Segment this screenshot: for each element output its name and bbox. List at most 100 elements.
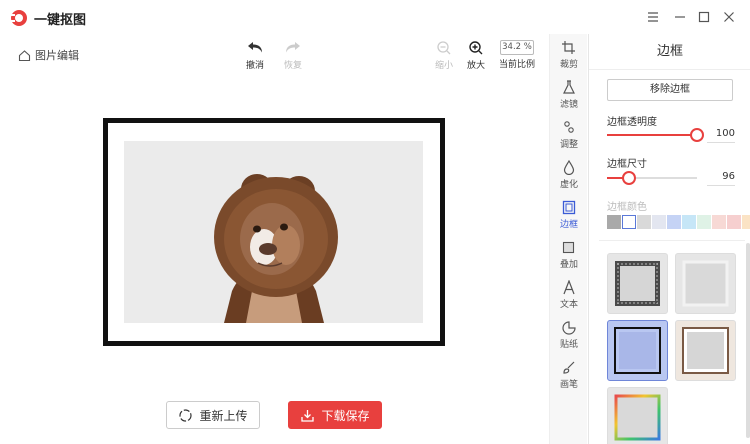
frame-icon	[562, 200, 576, 215]
color-swatch[interactable]	[637, 215, 651, 229]
frame-style-classic[interactable]	[607, 320, 668, 381]
tab-label: 画笔	[559, 380, 578, 390]
app-title: 一键抠图	[34, 13, 87, 28]
redo-button[interactable]: 恢复	[275, 40, 311, 71]
close-button[interactable]	[719, 7, 739, 27]
flask-icon	[563, 80, 575, 94]
home-icon	[18, 49, 31, 61]
tab-sticker[interactable]: 贴纸	[550, 320, 588, 350]
zoom-ratio-label: 当前比例	[498, 60, 535, 70]
color-swatch[interactable]	[682, 215, 696, 229]
tab-label: 滤镜	[559, 100, 578, 110]
opacity-slider[interactable]	[607, 128, 704, 142]
zoom-out-label: 缩小	[434, 61, 453, 71]
back-label: 图片编辑	[35, 49, 79, 62]
opacity-value[interactable]: 100	[707, 125, 735, 143]
panel-title: 边框	[589, 34, 750, 70]
color-swatch[interactable]	[742, 215, 750, 229]
download-icon	[301, 409, 315, 422]
tool-tabs: 裁剪 滤镜 调整 虚化 边框 叠加 文本 贴纸 画笔	[549, 34, 587, 444]
gradient-frame-icon	[614, 394, 661, 441]
size-label: 边框尺寸	[607, 159, 647, 170]
color-swatch[interactable]	[697, 215, 711, 229]
undo-label: 撤消	[245, 61, 264, 71]
brush-icon	[563, 361, 575, 374]
download-button[interactable]: 下载保存	[288, 401, 382, 429]
frame-settings-panel: 边框 移除边框 边框透明度 100 边框尺寸 96 边框颜色	[588, 34, 750, 444]
color-swatch[interactable]	[622, 215, 636, 229]
reupload-label: 重新上传	[199, 408, 248, 423]
tab-crop[interactable]: 裁剪	[550, 40, 588, 70]
title-bar: 一键抠图	[0, 0, 750, 34]
zoom-ratio[interactable]: 34.2 % 当前比例	[497, 40, 537, 70]
undo-icon	[248, 42, 262, 53]
undo-button[interactable]: 撤消	[237, 40, 273, 71]
tab-blur[interactable]: 虚化	[550, 160, 588, 190]
redo-label: 恢复	[283, 61, 302, 71]
crop-icon	[562, 41, 575, 54]
divider	[599, 240, 745, 241]
color-swatch[interactable]	[727, 215, 741, 229]
zoom-value: 34.2 %	[500, 40, 534, 55]
panel-scrollbar[interactable]	[746, 243, 750, 438]
zoom-out-icon	[437, 41, 451, 55]
classic-frame-icon	[614, 327, 661, 374]
size-slider-thumb[interactable]	[621, 171, 636, 185]
opacity-label: 边框透明度	[607, 117, 657, 128]
size-value[interactable]: 96	[707, 168, 735, 186]
sticker-icon	[562, 321, 576, 335]
color-swatch[interactable]	[667, 215, 681, 229]
tab-brush[interactable]: 画笔	[550, 360, 588, 390]
minimize-button[interactable]	[670, 7, 690, 27]
color-swatch[interactable]	[712, 215, 726, 229]
zoom-in-label: 放大	[466, 61, 485, 71]
frame-style-film[interactable]	[607, 253, 668, 314]
tab-text[interactable]: 文本	[550, 280, 588, 310]
tab-adjust[interactable]: 调整	[550, 120, 588, 150]
dog-in-bear-hat-image	[124, 141, 423, 323]
minimize-icon	[675, 16, 685, 18]
maximize-button[interactable]	[694, 7, 714, 27]
drop-icon	[563, 160, 575, 175]
tab-frame[interactable]: 边框	[550, 200, 588, 230]
tab-label: 调整	[559, 140, 578, 150]
redo-icon	[286, 42, 300, 53]
maximize-icon	[698, 11, 710, 23]
tab-filter[interactable]: 滤镜	[550, 80, 588, 110]
opacity-slider-fill	[607, 134, 697, 136]
layers-icon	[562, 241, 575, 254]
zoom-in-button[interactable]: 放大	[458, 40, 494, 71]
color-label: 边框颜色	[607, 202, 647, 213]
zoom-in-icon	[469, 41, 483, 55]
download-label: 下载保存	[321, 408, 370, 423]
menu-button[interactable]	[643, 7, 663, 27]
tab-overlay[interactable]: 叠加	[550, 240, 588, 270]
tab-label: 叠加	[559, 260, 578, 270]
size-slider[interactable]	[607, 171, 697, 185]
film-frame-icon	[615, 261, 660, 306]
wood-frame-icon	[682, 327, 729, 374]
color-swatch[interactable]	[652, 215, 666, 229]
torn-frame-icon	[682, 260, 729, 307]
frame-style-wood[interactable]	[675, 320, 736, 381]
tab-label: 虚化	[559, 180, 578, 190]
text-icon	[563, 280, 575, 295]
opacity-slider-thumb[interactable]	[690, 128, 704, 142]
zoom-out-button[interactable]: 缩小	[426, 40, 462, 71]
close-icon	[724, 12, 734, 22]
photo-image[interactable]	[124, 141, 423, 323]
refresh-icon	[179, 408, 193, 422]
remove-frame-button[interactable]: 移除边框	[607, 79, 733, 101]
menu-icon	[648, 12, 658, 22]
app-window: 一键抠图 图片编辑 撤消 恢复 缩小 放大 34.2 % 当前比例 重新上传 下…	[0, 0, 750, 444]
tab-label: 边框	[559, 220, 578, 230]
frame-style-gradient[interactable]	[607, 387, 668, 444]
adjust-icon	[564, 121, 574, 133]
reupload-button[interactable]: 重新上传	[166, 401, 260, 429]
tab-label: 裁剪	[559, 60, 578, 70]
back-to-editor-link[interactable]: 图片编辑	[18, 47, 79, 63]
frame-style-torn[interactable]	[675, 253, 736, 314]
app-logo-icon	[10, 10, 27, 26]
tab-label: 贴纸	[559, 340, 578, 350]
color-swatch[interactable]	[607, 215, 621, 229]
